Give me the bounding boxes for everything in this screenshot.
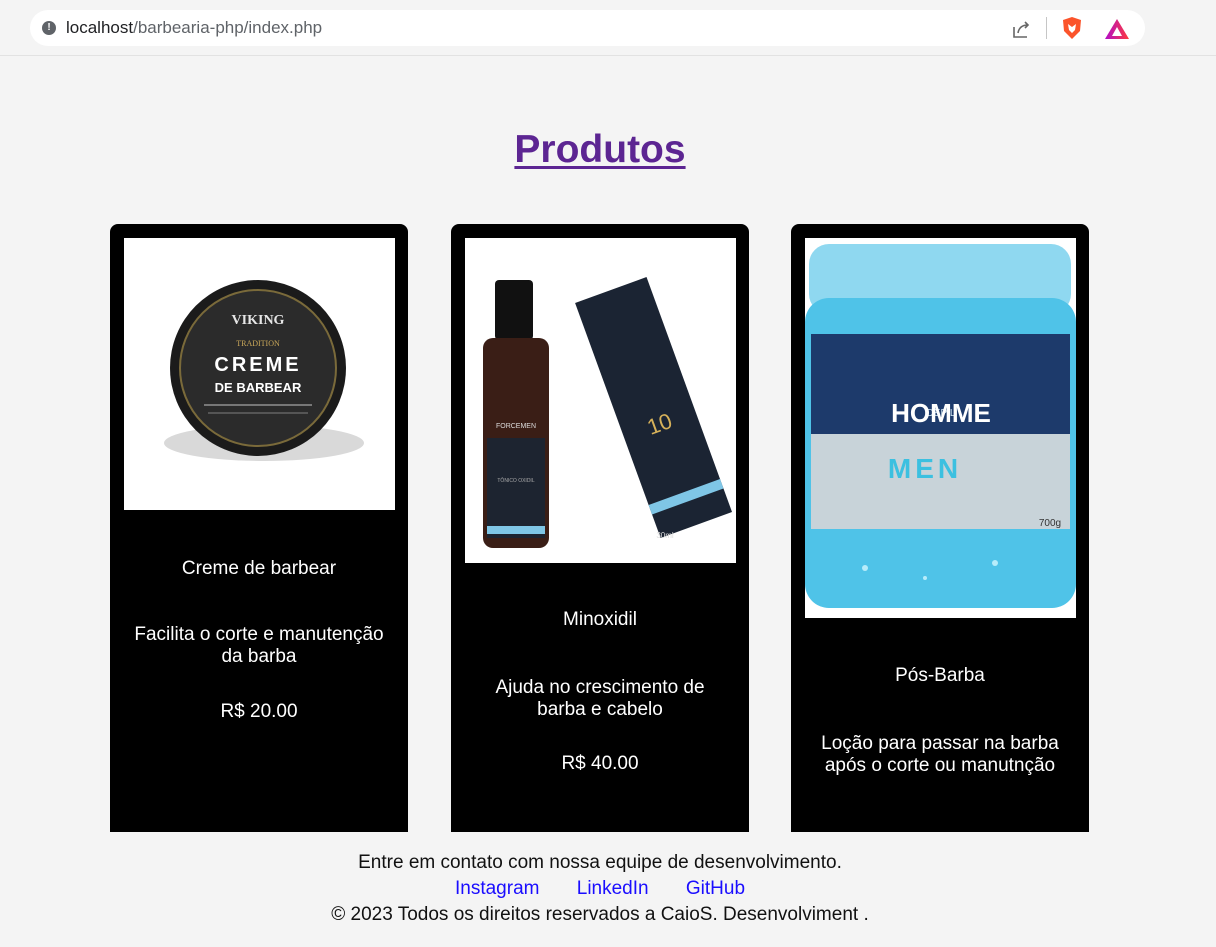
browser-toolbar: ! localhost/barbearia-php/index.php <box>0 0 1216 56</box>
toolbar-divider <box>1046 17 1047 39</box>
product-card: DEPIL HOMME MEN 700g Pós-Barba Loção par… <box>791 224 1089 832</box>
site-info-icon[interactable]: ! <box>42 21 56 35</box>
product-image-line3: 700g <box>1039 518 1061 529</box>
url-host: localhost <box>66 18 134 37</box>
linkedin-link[interactable]: LinkedIn <box>577 878 649 899</box>
instagram-link[interactable]: Instagram <box>455 878 539 899</box>
product-card: VIKING TRADITION CREME DE BARBEAR Creme … <box>110 224 408 832</box>
product-price: R$ 20.00 <box>220 701 298 722</box>
github-link[interactable]: GitHub <box>686 878 745 899</box>
product-description: Facilita o corte e manutenção da barba <box>134 624 384 667</box>
product-image-line2: CREME <box>214 354 301 376</box>
brave-shield-icon[interactable] <box>1060 16 1084 40</box>
product-image: DEPIL HOMME MEN 700g <box>805 238 1076 618</box>
footer: Entre em contato com nossa equipe de des… <box>0 832 1216 947</box>
product-image-line1: TRADITION <box>236 339 280 348</box>
product-description: Loção para passar na barba após o corte … <box>821 733 1059 776</box>
footer-contact-text: Entre em contato com nossa equipe de des… <box>358 852 842 873</box>
product-name: Pós-Barba <box>895 665 985 686</box>
product-image-line2: MEN <box>888 453 962 484</box>
share-icon[interactable] <box>1010 18 1032 40</box>
url-path: /barbearia-php/index.php <box>133 18 323 37</box>
product-name: Minoxidil <box>563 609 637 630</box>
product-image: 10 FORCEMEN 30ml TÔNICO OXIDIL <box>465 238 736 563</box>
product-price: R$ 40.00 <box>561 753 639 774</box>
product-image-line2: TÔNICO OXIDIL <box>497 477 534 484</box>
product-image-line3: 30ml <box>656 531 674 540</box>
page-title: Produtos <box>514 128 686 171</box>
url-text[interactable]: localhost/barbearia-php/index.php <box>66 18 322 38</box>
product-card: 10 FORCEMEN 30ml TÔNICO OXIDIL Minoxidil… <box>451 224 749 832</box>
product-name: Creme de barbear <box>181 558 337 579</box>
product-image-brand: FORCEMEN <box>496 423 536 430</box>
product-image: VIKING TRADITION CREME DE BARBEAR <box>124 238 395 510</box>
product-description: Ajuda no crescimento de barba e cabelo <box>495 677 705 720</box>
product-image-brand: HOMME <box>891 398 991 428</box>
footer-links: Instagram LinkedIn GitHub <box>0 878 1200 900</box>
brave-rewards-icon[interactable] <box>1104 17 1130 41</box>
footer-copyright: © 2023 Todos os direitos reservados a Ca… <box>331 904 869 925</box>
product-image-line3: DE BARBEAR <box>215 380 302 395</box>
product-image-brand: VIKING <box>232 313 285 328</box>
